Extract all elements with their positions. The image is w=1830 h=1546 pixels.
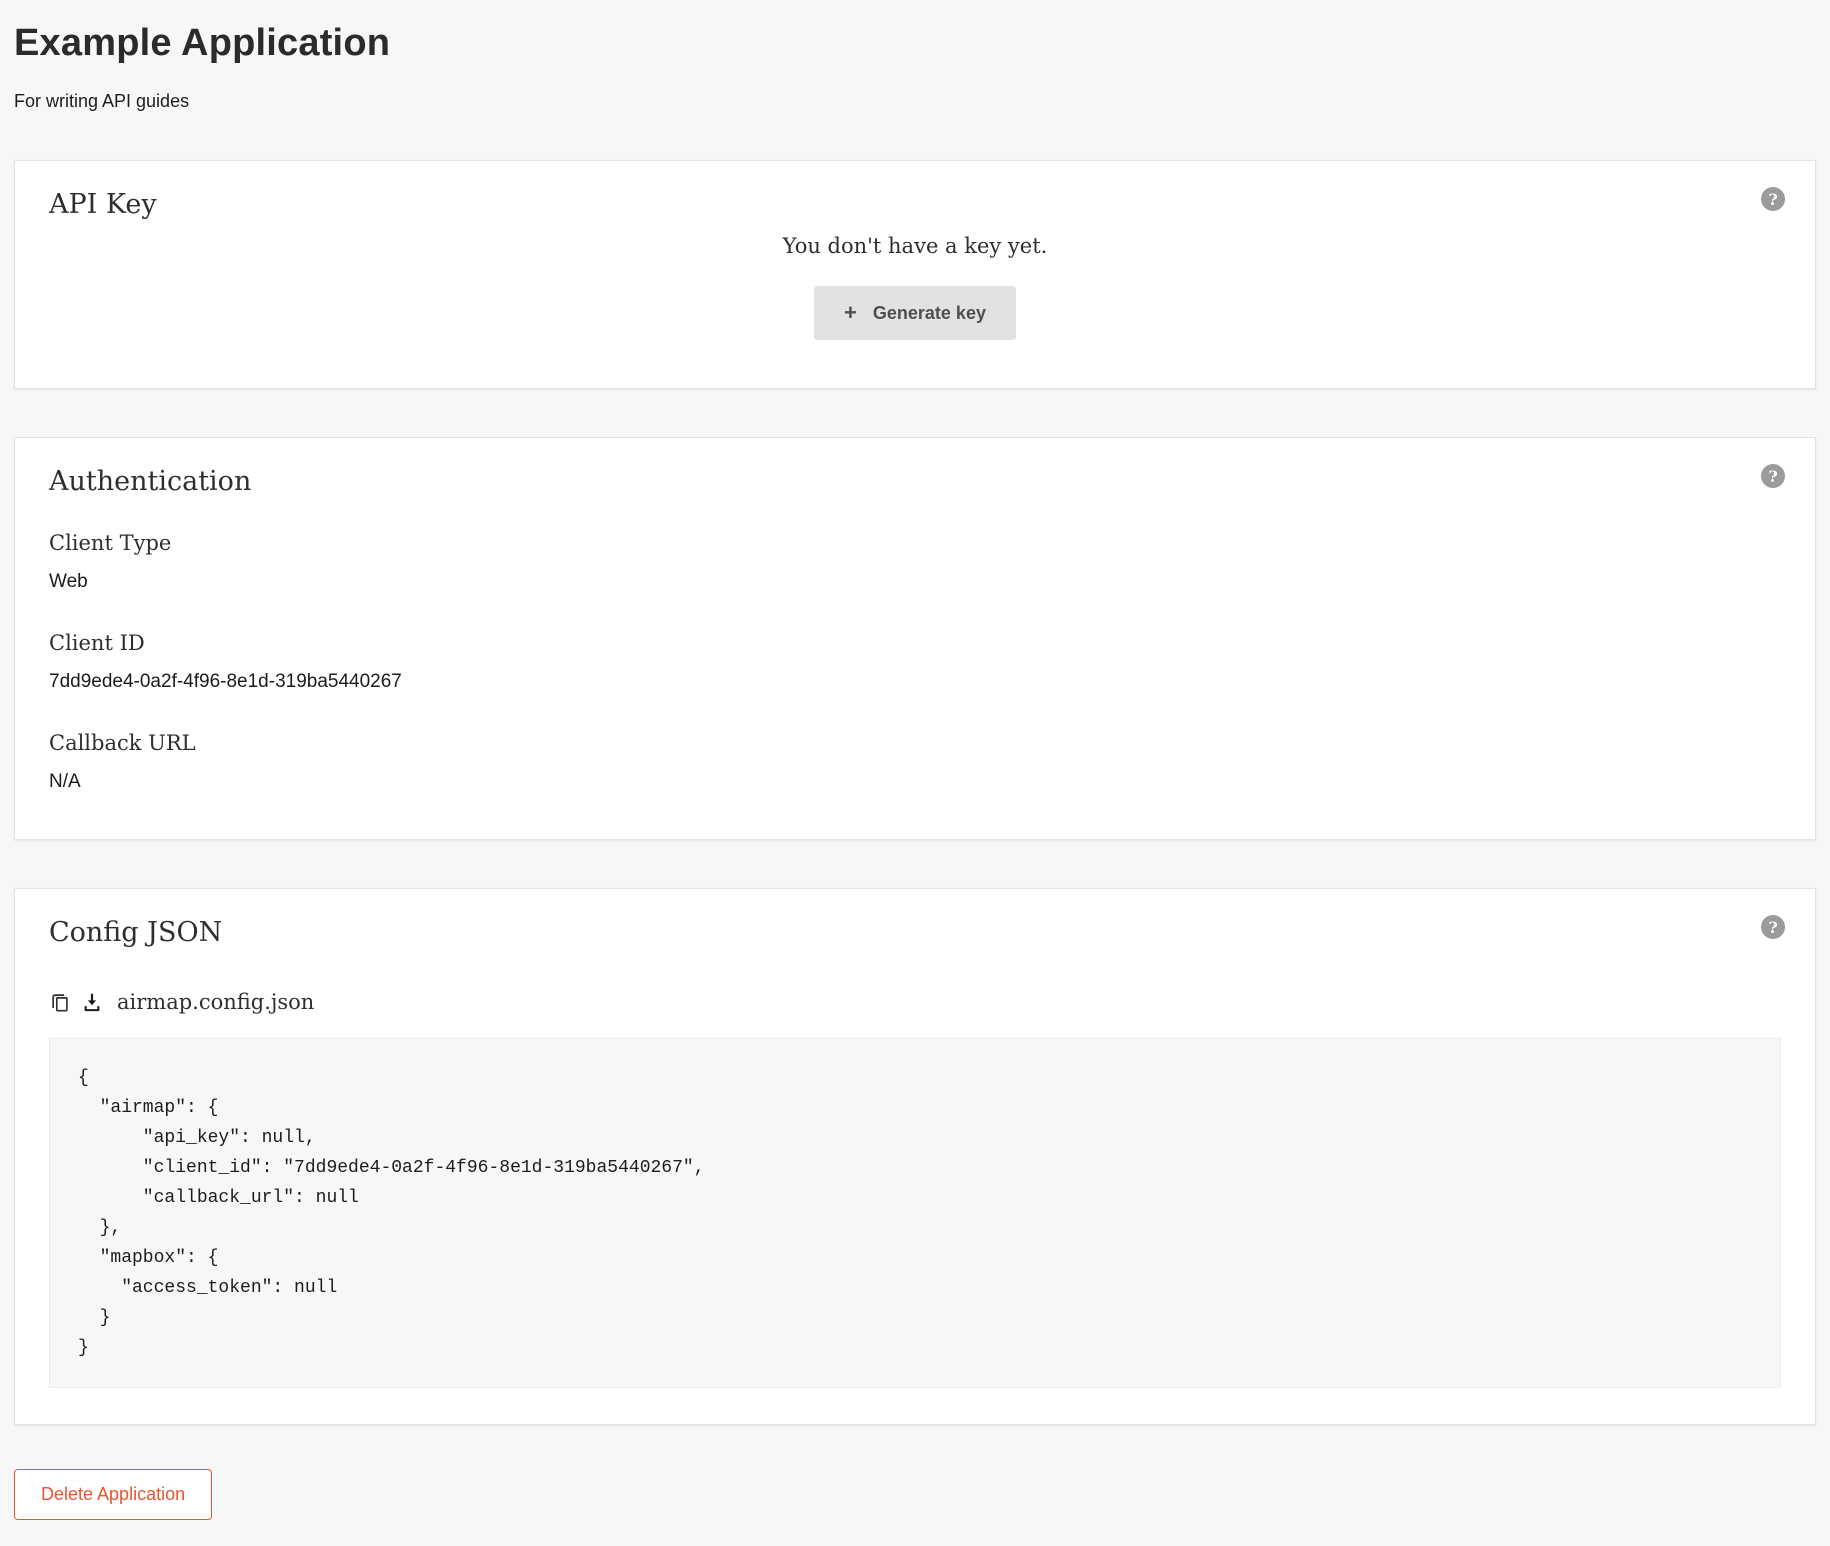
help-icon[interactable]: ?	[1761, 915, 1785, 939]
authentication-card: Authentication ? Client Type Web Client …	[14, 437, 1816, 840]
client-type-value: Web	[49, 571, 88, 592]
api-key-card: API Key ? You don't have a key yet. + Ge…	[14, 160, 1816, 389]
config-json-code: { "airmap": { "api_key": null, "client_i…	[49, 1038, 1781, 1388]
generate-key-button[interactable]: + Generate key	[814, 286, 1016, 340]
client-type-label: Client Type	[49, 531, 172, 555]
plus-icon: +	[844, 300, 857, 325]
api-key-empty-message: You don't have a key yet.	[782, 234, 1048, 258]
authentication-card-title: Authentication	[49, 466, 252, 497]
page-subtitle: For writing API guides	[14, 91, 190, 111]
client-id-value: 7dd9ede4-0a2f-4f96-8e1d-319ba5440267	[49, 671, 402, 692]
page-title: Example Application	[14, 22, 391, 64]
config-file-row: airmap.config.json	[49, 990, 1781, 1014]
callback-url-label: Callback URL	[49, 731, 196, 755]
delete-application-button[interactable]: Delete Application	[14, 1469, 213, 1520]
client-type-field: Client Type Web	[49, 531, 1781, 593]
copy-icon[interactable]	[49, 991, 71, 1013]
help-icon[interactable]: ?	[1761, 464, 1785, 488]
config-json-card: Config JSON ? airmap.config.json { "airm…	[14, 888, 1816, 1425]
callback-url-field: Callback URL N/A	[49, 731, 1781, 793]
generate-key-button-label: Generate key	[872, 302, 986, 323]
download-icon[interactable]	[81, 991, 103, 1013]
api-key-card-body: You don't have a key yet. + Generate key	[49, 220, 1781, 352]
config-file-name: airmap.config.json	[117, 990, 315, 1014]
config-json-card-title: Config JSON	[49, 917, 223, 948]
client-id-label: Client ID	[49, 631, 145, 655]
callback-url-value: N/A	[49, 771, 81, 792]
api-key-card-title: API Key	[49, 189, 157, 220]
help-icon[interactable]: ?	[1761, 187, 1785, 211]
client-id-field: Client ID 7dd9ede4-0a2f-4f96-8e1d-319ba5…	[49, 631, 1781, 693]
